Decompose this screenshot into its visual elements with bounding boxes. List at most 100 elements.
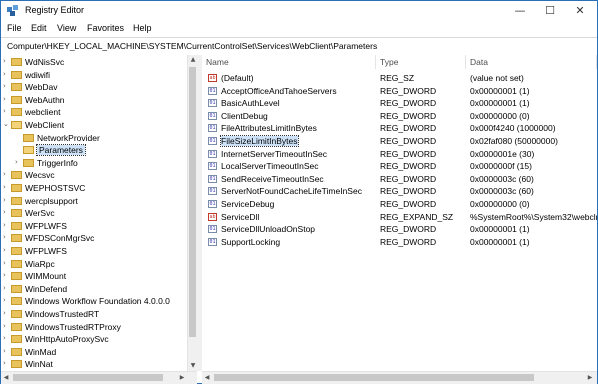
scroll-left-arrow-icon[interactable]: ◀: [202, 372, 212, 384]
chevron-right-icon[interactable]: ›: [3, 359, 6, 367]
menu-favorites[interactable]: Favorites: [87, 23, 124, 33]
value-row[interactable]: ab (Default) REG_SZ (value not set): [202, 72, 597, 84]
list-horizontal-scrollbar[interactable]: ◀ ▶: [202, 371, 597, 384]
value-row[interactable]: 01 InternetServerTimeoutInSec REG_DWORD 0x0…: [202, 148, 597, 160]
tree-item[interactable]: › WinHttpAutoProxySvc: [1, 333, 187, 345]
close-button[interactable]: ✕: [565, 1, 595, 21]
tree-item[interactable]: › wercplsupport: [1, 195, 187, 207]
value-name: ClientDebug: [221, 110, 268, 121]
tree-item[interactable]: › WinDefend: [1, 283, 187, 295]
folder-icon: [11, 58, 22, 66]
value-row[interactable]: 01 LocalServerTimeoutInSec REG_DWORD 0x0000…: [202, 160, 597, 172]
maximize-button[interactable]: ☐: [535, 1, 565, 21]
tree-item[interactable]: › WinMad: [1, 346, 187, 358]
scroll-left-arrow-icon[interactable]: ◀: [1, 372, 11, 384]
column-header-name[interactable]: Name: [202, 55, 376, 69]
tree-item[interactable]: › WinNat: [1, 358, 187, 370]
tree-item[interactable]: › WFPLWFS: [1, 245, 187, 257]
scroll-down-arrow-icon[interactable]: ▼: [188, 361, 198, 371]
value-row[interactable]: 01 AcceptOfficeAndTahoeServers REG_DWORD 0x…: [202, 85, 597, 97]
chevron-right-icon[interactable]: ›: [15, 158, 18, 166]
tree-item[interactable]: › wdiwifi: [1, 69, 187, 81]
tree-item[interactable]: › WiaRpc: [1, 258, 187, 270]
address-path[interactable]: Computer\HKEY_LOCAL_MACHINE\SYSTEM\Curre…: [7, 41, 377, 51]
chevron-right-icon[interactable]: ›: [3, 196, 6, 204]
tree-item[interactable]: Parameters: [1, 144, 187, 157]
chevron-right-icon[interactable]: ›: [3, 347, 6, 355]
tree-item[interactable]: › TriggerInfo: [1, 157, 187, 169]
chevron-right-icon[interactable]: ›: [3, 57, 6, 65]
value-row[interactable]: 01 ServiceDebug REG_DWORD 0x00000000 (0): [202, 198, 597, 210]
tree-item[interactable]: › webclient: [1, 106, 187, 118]
value-row[interactable]: 01 FileAttributesLimitInBytes REG_DWORD 0x0…: [202, 122, 597, 134]
chevron-right-icon[interactable]: ›: [3, 170, 6, 178]
chevron-right-icon[interactable]: ›: [3, 246, 6, 254]
chevron-right-icon[interactable]: ›: [3, 208, 6, 216]
value-row[interactable]: 01 SupportLocking REG_DWORD 0x00000001 (1): [202, 236, 597, 248]
tree-item[interactable]: › WEPHOSTSVC: [1, 182, 187, 194]
folder-icon: [11, 335, 22, 344]
tree-item[interactable]: › Windows Workflow Foundation 4.0.0.0: [1, 295, 187, 307]
tree-vertical-scrollbar[interactable]: ▲ ▼: [187, 55, 198, 371]
minimize-button[interactable]: —: [505, 1, 535, 21]
value-row[interactable]: 01 FileSizeLimitInBytes REG_DWORD 0x02faf08…: [202, 135, 597, 147]
chevron-right-icon[interactable]: ›: [3, 284, 6, 292]
folder-icon: [11, 196, 22, 205]
tree-horizontal-scrollbar[interactable]: ◀ ▶: [1, 371, 197, 384]
value-row[interactable]: 01 ServerNotFoundCacheLifeTimeInSec REG_DW…: [202, 185, 597, 197]
menu-edit[interactable]: Edit: [31, 23, 47, 33]
chevron-right-icon[interactable]: ›: [3, 233, 6, 241]
value-data: 0x00000000 (0): [470, 199, 530, 209]
tree-item[interactable]: › Wecsvc: [1, 169, 187, 181]
folder-icon: [11, 310, 22, 318]
tree-item[interactable]: › WFDSConMgrSvc: [1, 232, 187, 244]
column-header-type[interactable]: Type: [376, 55, 466, 69]
tree-item[interactable]: › WebAuthn: [1, 94, 187, 106]
chevron-right-icon[interactable]: ›: [3, 70, 6, 78]
tree-item-label: WinHttpAutoProxySvc: [25, 334, 109, 345]
chevron-right-icon[interactable]: ›: [3, 259, 6, 267]
chevron-right-icon[interactable]: ›: [3, 322, 6, 330]
chevron-down-icon[interactable]: ⌄: [3, 120, 9, 128]
tree-item[interactable]: › WdNisSvc: [1, 56, 187, 68]
chevron-right-icon[interactable]: ›: [3, 296, 6, 304]
value-row[interactable]: 01 ClientDebug REG_DWORD 0x00000000 (0): [202, 110, 597, 122]
chevron-right-icon[interactable]: ›: [3, 271, 6, 279]
chevron-right-icon[interactable]: ›: [3, 107, 6, 115]
chevron-right-icon[interactable]: ›: [3, 309, 6, 317]
tree-item-label: WIMMount: [25, 271, 67, 282]
list-hscroll-thumb[interactable]: [214, 374, 534, 381]
folder-icon: [11, 284, 22, 293]
title-bar[interactable]: Registry Editor — ☐ ✕: [1, 1, 597, 21]
tree-item[interactable]: › WerSvc: [1, 207, 187, 219]
scroll-right-arrow-icon[interactable]: ▶: [177, 372, 187, 384]
tree-item[interactable]: › WIMMount: [1, 270, 187, 282]
chevron-right-icon[interactable]: ›: [3, 82, 6, 90]
tree-scroll-thumb[interactable]: [189, 67, 196, 337]
value-row[interactable]: 01 BasicAuthLevel REG_DWORD 0x00000001 (1): [202, 97, 597, 109]
menu-help[interactable]: Help: [133, 23, 152, 33]
chevron-right-icon[interactable]: ›: [3, 95, 6, 103]
tree-item[interactable]: NetworkProvider: [1, 132, 187, 144]
chevron-right-icon[interactable]: ›: [3, 334, 6, 342]
tree-hscroll-thumb[interactable]: [13, 374, 163, 381]
menu-view[interactable]: View: [57, 23, 76, 33]
tree-item[interactable]: › WindowsTrustedRTProxy: [1, 321, 187, 333]
chevron-right-icon[interactable]: ›: [3, 221, 6, 229]
column-header-data[interactable]: Data: [466, 55, 597, 69]
value-row[interactable]: 01 ServiceDllUnloadOnStop REG_DWORD 0x00000…: [202, 223, 597, 235]
address-bar[interactable]: Computer\HKEY_LOCAL_MACHINE\SYSTEM\Curre…: [1, 37, 597, 56]
tree-item[interactable]: › WFPLWFS: [1, 220, 187, 232]
scroll-right-arrow-icon[interactable]: ▶: [585, 372, 595, 384]
scroll-up-arrow-icon[interactable]: ▲: [188, 55, 198, 65]
chevron-right-icon[interactable]: ›: [3, 183, 6, 191]
value-row[interactable]: ab ServiceDll REG_EXPAND_SZ %SystemRoot%\Sy…: [202, 211, 597, 223]
tree-item[interactable]: › WindowsTrustedRT: [1, 308, 187, 320]
value-name: AcceptOfficeAndTahoeServers: [221, 85, 337, 96]
tree-item[interactable]: ⌄ WebClient: [1, 119, 187, 131]
menu-file[interactable]: File: [7, 23, 22, 33]
value-row[interactable]: 01 SendReceiveTimeoutInSec REG_DWORD 0x0000…: [202, 173, 597, 185]
tree-item[interactable]: › WebDav: [1, 81, 187, 93]
tree-item-label: WdNisSvc: [25, 57, 65, 67]
string-value-icon: ab: [208, 74, 217, 82]
